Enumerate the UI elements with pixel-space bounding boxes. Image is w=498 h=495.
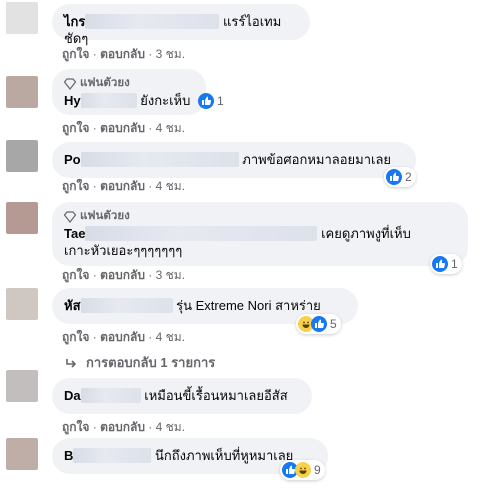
comment-text: รุ่น Extreme Nori สาหร่าย: [176, 298, 321, 313]
reply-link[interactable]: ตอบกลับ: [100, 420, 145, 434]
reply-link[interactable]: ตอบกลับ: [100, 121, 145, 135]
diamond-icon: [64, 77, 76, 90]
comment-actions: ถูกใจ · ตอบกลับ · 3 ชม.: [62, 268, 186, 282]
comment-bubble: แฟนตัวยง Hy ยังกะเห็บ: [52, 69, 206, 115]
reply-link[interactable]: ตอบกลับ: [100, 268, 145, 282]
comment-actions: ถูกใจ · ตอบกลับ · 4 ชม.: [62, 330, 186, 344]
blurred-name: [73, 448, 152, 463]
like-link[interactable]: ถูกใจ: [62, 330, 89, 344]
comment-actions: ถูกใจ · ตอบกลับ · 4 ชม.: [62, 179, 186, 193]
comment-bubble: Da เหมือนขี้เรื้อนหมาเลยอีสัส: [52, 378, 312, 414]
badge-label: แฟนตัวยง: [80, 210, 130, 222]
timestamp[interactable]: 3 ชม.: [156, 47, 185, 61]
like-reaction-icon: [432, 256, 448, 272]
top-fan-badge: แฟนตัวยง: [64, 75, 194, 92]
reaction-summary[interactable]: 1: [196, 91, 228, 111]
reaction-count: 9: [314, 463, 321, 477]
reply-link[interactable]: ตอบกลับ: [100, 330, 145, 344]
like-link[interactable]: ถูกใจ: [62, 121, 89, 135]
reply-link[interactable]: ตอบกลับ: [100, 47, 145, 61]
comment-bubble: ไกร แรร์ไอเทมชัดๆ: [52, 4, 310, 46]
blurred-name: [85, 226, 318, 241]
view-replies-label: การตอบกลับ 1 รายการ: [86, 355, 216, 370]
timestamp[interactable]: 4 ชม.: [156, 330, 185, 344]
blurred-name: [80, 388, 141, 403]
comment-actions: ถูกใจ · ตอบกลับ · 4 ชม.: [62, 420, 186, 434]
haha-reaction-icon: [295, 462, 311, 478]
commenter-name[interactable]: หัส: [64, 298, 81, 313]
blurred-name: [80, 298, 173, 313]
like-reaction-icon: [198, 93, 214, 109]
comment-text-line2: เกาะหัวเยอะๆๆๆๆๆๆๆ: [64, 243, 183, 258]
blurred-name: [80, 93, 137, 108]
reaction-summary[interactable]: 5: [296, 314, 341, 334]
reaction-count: 1: [451, 257, 458, 271]
like-link[interactable]: ถูกใจ: [62, 420, 89, 434]
timestamp[interactable]: 3 ชม.: [156, 268, 185, 282]
comment-text: นึกถึงภาพเห็บที่หูหมาเลย: [155, 448, 294, 463]
top-fan-badge: แฟนตัวยง: [64, 208, 456, 225]
like-reaction-icon: [311, 316, 327, 332]
avatar[interactable]: [6, 140, 38, 172]
reaction-count: 2: [405, 170, 412, 184]
comment-actions: ถูกใจ · ตอบกลับ · 3 ชม.: [62, 47, 186, 61]
diamond-icon: [64, 210, 76, 223]
avatar[interactable]: [6, 202, 38, 234]
timestamp[interactable]: 4 ชม.: [156, 179, 185, 193]
reaction-count: 5: [330, 317, 337, 331]
avatar[interactable]: [6, 438, 38, 470]
like-reaction-icon: [386, 169, 402, 185]
like-link[interactable]: ถูกใจ: [62, 47, 89, 61]
avatar[interactable]: [6, 2, 38, 34]
blurred-name: [85, 14, 220, 29]
commenter-name[interactable]: Hy: [64, 93, 81, 108]
commenter-name[interactable]: ไกร: [64, 14, 85, 29]
comment-actions: ถูกใจ · ตอบกลับ · 4 ชม.: [62, 121, 186, 135]
reaction-summary[interactable]: 2: [384, 167, 416, 187]
badge-label: แฟนตัวยง: [80, 77, 130, 89]
comment-bubble: แฟนตัวยง Tae เคยดูภาพงูที่เห็บ เกาะหัวเย…: [52, 202, 468, 266]
commenter-name[interactable]: Po: [64, 152, 81, 167]
comment-text: ยังกะเห็บ: [140, 93, 191, 108]
commenter-name[interactable]: Tae: [64, 226, 85, 241]
comment-bubble: Po ภาพข้อศอกหมาลอยมาเลย: [52, 142, 416, 178]
timestamp[interactable]: 4 ชม.: [156, 121, 185, 135]
reaction-count: 1: [217, 94, 224, 108]
avatar[interactable]: [6, 370, 38, 402]
reply-arrow-icon: [66, 358, 77, 368]
reply-link[interactable]: ตอบกลับ: [100, 179, 145, 193]
avatar[interactable]: [6, 76, 38, 108]
reaction-summary[interactable]: 9: [280, 460, 325, 480]
commenter-name[interactable]: B: [64, 448, 73, 463]
blurred-name: [80, 152, 239, 167]
comment-text: เหมือนขี้เรื้อนหมาเลยอีสัส: [144, 388, 288, 403]
comment-text-line1: เคยดูภาพงูที่เห็บ: [321, 226, 411, 241]
timestamp[interactable]: 4 ชม.: [156, 420, 185, 434]
like-link[interactable]: ถูกใจ: [62, 179, 89, 193]
comment-text: ภาพข้อศอกหมาลอยมาเลย: [242, 152, 392, 167]
reaction-summary[interactable]: 1: [430, 254, 462, 274]
avatar[interactable]: [6, 288, 38, 320]
view-replies-link[interactable]: การตอบกลับ 1 รายการ: [64, 352, 215, 373]
commenter-name[interactable]: Da: [64, 388, 81, 403]
like-link[interactable]: ถูกใจ: [62, 268, 89, 282]
